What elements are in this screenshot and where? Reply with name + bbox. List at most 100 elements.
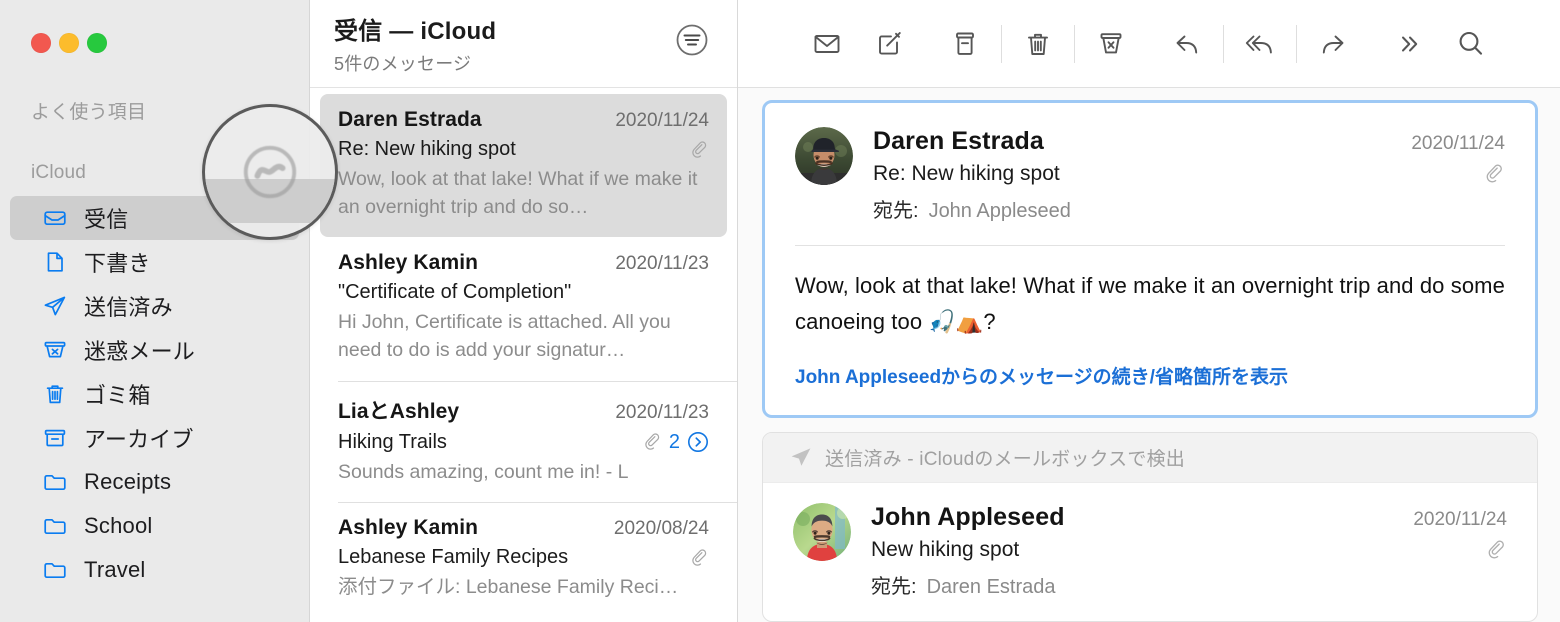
sidebar-item-label: 迷惑メール: [84, 334, 195, 366]
sidebar-item-label: Travel: [84, 557, 146, 583]
toolbar-separator: [1296, 25, 1297, 63]
inbox-icon: [42, 205, 68, 231]
compose-button[interactable]: [858, 18, 920, 70]
message-list-item[interactable]: Ashley Kamin 2020/11/23 "Certificate of …: [310, 237, 737, 380]
sidebar-item-junk[interactable]: 迷惑メール: [10, 328, 299, 372]
message-date: 2020/08/24: [614, 518, 709, 540]
paperclip-icon: [689, 548, 709, 568]
message-card-header: Daren Estrada 2020/11/24 Re: New hiking …: [795, 127, 1505, 223]
message-card-row-name: John Appleseed 2020/11/24: [871, 503, 1507, 532]
delete-button[interactable]: [1007, 18, 1069, 70]
message-preview: 添付ファイル: Lebanese Family Reci…: [338, 574, 709, 602]
filter-button[interactable]: [673, 21, 711, 59]
paperclip-icon: [1483, 163, 1505, 185]
message-subject-line: Hiking Trails 2: [338, 431, 709, 454]
filter-icon: [673, 21, 711, 59]
to-label: 宛先:: [871, 570, 917, 599]
message-list-column: 受信 — iCloud 5件のメッセージ Daren Estrada 2020/…: [310, 0, 738, 622]
avatar: [795, 127, 853, 185]
junk-box-icon: [1094, 27, 1128, 61]
message-subject: Lebanese Family Recipes: [338, 546, 568, 569]
message-card-sent[interactable]: 送信済み - iCloudのメールボックスで検出: [762, 432, 1538, 622]
to-value[interactable]: Daren Estrada: [927, 576, 1056, 599]
sidebar-item-label: アーカイブ: [84, 422, 194, 454]
paperclip-icon: [1485, 539, 1507, 561]
message-date: 2020/11/24: [1411, 133, 1505, 155]
message-subject: Re: New hiking spot: [873, 162, 1060, 186]
message-card-headtext: John Appleseed 2020/11/24 New hiking spo…: [871, 503, 1507, 599]
mailbox-title: 受信 — iCloud: [334, 19, 496, 45]
sidebar-item-label: 下書き: [84, 246, 151, 278]
message-subject-line: Re: New hiking spot: [338, 138, 709, 161]
sidebar-item-archive[interactable]: アーカイブ: [10, 416, 299, 460]
sidebar-item-label: Receipts: [84, 469, 171, 495]
message-body: Wow, look at that lake! What if we make …: [795, 268, 1505, 340]
message-list-body[interactable]: Daren Estrada 2020/11/24 Re: New hiking …: [310, 88, 737, 622]
search-icon: [1454, 27, 1488, 61]
zoom-button[interactable]: [87, 33, 107, 53]
junk-icon: [42, 337, 68, 363]
message-list-item[interactable]: LiaとAshley 2020/11/23 Hiking Trails 2: [310, 381, 737, 503]
sidebar-item-travel[interactable]: Travel: [10, 548, 299, 592]
trash-icon: [42, 381, 68, 407]
trash-icon: [1021, 27, 1055, 61]
message-list-item[interactable]: Ashley Kamin 2020/08/24 Lebanese Family …: [310, 502, 737, 618]
junk-button[interactable]: [1080, 18, 1142, 70]
folder-icon: [42, 513, 68, 539]
message-card-row-name: Daren Estrada 2020/11/24: [873, 127, 1505, 156]
toolbar-separator: [1223, 25, 1224, 63]
forward-button[interactable]: [1302, 18, 1364, 70]
message-list-header-text: 受信 — iCloud 5件のメッセージ: [334, 17, 496, 76]
message-sender: Ashley Kamin: [338, 251, 478, 275]
show-quoted-text-link[interactable]: John Appleseedからのメッセージの続き/省略箇所を表示: [795, 362, 1288, 389]
magnifier-callout: [202, 104, 338, 240]
message-card-selected[interactable]: Daren Estrada 2020/11/24 Re: New hiking …: [762, 100, 1538, 418]
message-subject-line: Lebanese Family Recipes: [338, 546, 709, 569]
search-button[interactable]: [1440, 18, 1502, 70]
sidebar-item-sent[interactable]: 送信済み: [10, 284, 299, 328]
sent-icon: [42, 293, 68, 319]
mark-unread-button[interactable]: [796, 18, 858, 70]
sidebar-item-label: ゴミ箱: [84, 378, 151, 410]
message-subject: Re: New hiking spot: [338, 138, 516, 161]
sidebar-item-receipts[interactable]: Receipts: [10, 460, 299, 504]
message-date: 2020/11/24: [615, 110, 709, 132]
message-subject: Hiking Trails: [338, 431, 447, 454]
reading-pane-column: Daren Estrada 2020/11/24 Re: New hiking …: [738, 0, 1560, 622]
sidebar-item-trash[interactable]: ゴミ箱: [10, 372, 299, 416]
to-value[interactable]: John Appleseed: [929, 200, 1071, 223]
message-subject-line: "Certificate of Completion": [338, 281, 709, 304]
reply-all-button[interactable]: [1229, 18, 1291, 70]
expand-thread-icon[interactable]: [687, 431, 709, 453]
sidebar-item-school[interactable]: School: [10, 504, 299, 548]
minimize-button[interactable]: [59, 33, 79, 53]
message-card-headtext: Daren Estrada 2020/11/24 Re: New hiking …: [873, 127, 1505, 223]
message-row-top: Ashley Kamin 2020/08/24: [338, 516, 709, 540]
sidebar-item-label: 受信: [84, 202, 128, 234]
more-button[interactable]: [1378, 18, 1440, 70]
message-preview: Sounds amazing, count me in! - L: [338, 459, 709, 487]
message-sender-name: John Appleseed: [871, 503, 1065, 532]
message-sender: Daren Estrada: [338, 108, 482, 132]
compose-icon: [872, 27, 906, 61]
message-card-row-to: 宛先: John Appleseed: [873, 194, 1505, 223]
sent-banner-text: 送信済み - iCloudのメールボックスで検出: [825, 444, 1185, 471]
sidebar-item-drafts[interactable]: 下書き: [10, 240, 299, 284]
message-row-top: Ashley Kamin 2020/11/23: [338, 251, 709, 275]
reply-button[interactable]: [1156, 18, 1218, 70]
close-button[interactable]: [31, 33, 51, 53]
archive-button[interactable]: [934, 18, 996, 70]
folder-icon: [42, 469, 68, 495]
sent-paperplane-icon: [789, 445, 813, 469]
window-controls: [0, 0, 309, 53]
sidebar-item-label: 送信済み: [84, 290, 173, 322]
sidebar-item-label: School: [84, 513, 152, 539]
message-sender-name: Daren Estrada: [873, 127, 1044, 156]
avatar: [793, 503, 851, 561]
message-list-item[interactable]: Daren Estrada 2020/11/24 Re: New hiking …: [320, 94, 727, 237]
reading-pane-body: Daren Estrada 2020/11/24 Re: New hiking …: [738, 88, 1560, 622]
message-row-meta: [689, 548, 709, 568]
message-card-row-subject: New hiking spot: [871, 538, 1507, 562]
thread-count-badge: 2: [669, 431, 680, 454]
message-activity-icon: [239, 141, 301, 203]
